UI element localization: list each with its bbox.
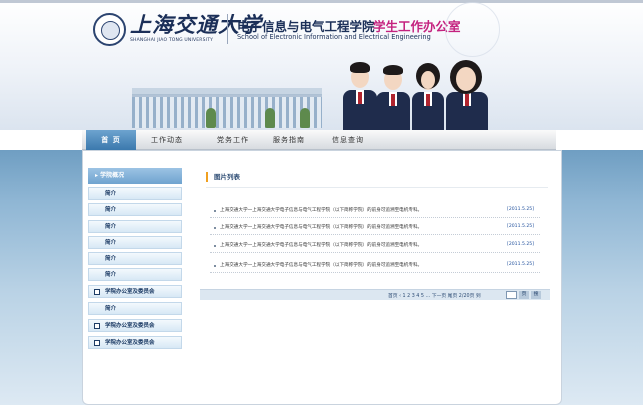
tree-icon	[300, 108, 310, 128]
pagination: 首页 ‹ 1 2 3 4 5 … 下一页 尾页 2/20页 到 页 搜	[200, 289, 550, 300]
sidebar-item-label: 学院办公室及委员会	[105, 323, 155, 329]
list-item-title[interactable]: 上海交通大学一上海交通大学电子信息与电气工程学院（以下简称学院）的前身可追溯至电…	[220, 224, 422, 230]
bullet-icon	[214, 245, 216, 247]
nav-party-work[interactable]: 党务工作	[208, 130, 258, 150]
sidebar-item-label: 简介	[105, 224, 117, 230]
school-name-en: School of Electronic Information and Ele…	[237, 33, 431, 41]
list-item-date: [2011.5.25]	[507, 242, 534, 247]
sidebar-item[interactable]: 简介	[88, 302, 182, 315]
top-border	[0, 0, 643, 3]
sidebar-item[interactable]: 学院办公室及委员会	[88, 336, 182, 349]
section-divider	[206, 187, 548, 188]
sidebar-item-label: 简介	[105, 256, 117, 262]
bullet-icon	[214, 265, 216, 267]
tree-icon	[206, 108, 216, 128]
university-name-en: SHANGHAI JIAO TONG UNIVERSITY	[130, 38, 214, 43]
sidebar-heading[interactable]: ▸ 学院概况	[88, 168, 182, 184]
bullet-icon	[214, 227, 216, 229]
list-item[interactable]: 上海交通大学一上海交通大学电子信息与电气工程学院（以下简称学院）的前身可追溯至电…	[210, 222, 540, 235]
page-go-button[interactable]: 页	[519, 291, 529, 299]
list-item-date: [2011.5.25]	[507, 262, 534, 267]
list-item-title[interactable]: 上海交通大学一上海交通大学电子信息与电气工程学院（以下简称学院）的前身可追溯至电…	[220, 262, 422, 268]
list-item[interactable]: 上海交通大学一上海交通大学电子信息与电气工程学院（以下简称学院）的前身可追溯至电…	[210, 205, 540, 218]
sidebar-item[interactable]: 简介	[88, 220, 182, 233]
document-icon	[94, 289, 100, 295]
sidebar-item[interactable]: 学院办公室及委员会	[88, 319, 182, 332]
watermark-seal-icon	[445, 2, 500, 57]
sidebar-item-label: 简介	[105, 207, 117, 213]
document-icon	[94, 340, 100, 346]
list-item[interactable]: 上海交通大学一上海交通大学电子信息与电气工程学院（以下简称学院）的前身可追溯至电…	[210, 240, 540, 253]
main-nav: 首 页 工作动态 党务工作 服务指南 信息查询	[82, 130, 556, 150]
list-item[interactable]: 上海交通大学一上海交通大学电子信息与电气工程学院（以下简称学院）的前身可追溯至电…	[210, 260, 540, 273]
sidebar-item[interactable]: 简介	[88, 187, 182, 200]
nav-home[interactable]: 首 页	[86, 130, 136, 150]
nav-info-query[interactable]: 信息查询	[323, 130, 373, 150]
list-item-date: [2011.5.25]	[507, 224, 534, 229]
sidebar-item[interactable]: 简介	[88, 252, 182, 265]
header-divider	[227, 14, 228, 44]
sidebar-item-label: 简介	[105, 272, 117, 278]
university-logo-icon	[93, 13, 126, 46]
sidebar-item[interactable]: 简介	[88, 268, 182, 281]
sidebar-item-label: 简介	[105, 240, 117, 246]
sidebar-item-label: 简介	[105, 306, 117, 312]
sidebar-item[interactable]: 简介	[88, 236, 182, 249]
pagination-links[interactable]: 首页 ‹ 1 2 3 4 5 … 下一页 尾页 2/20页 到	[388, 292, 481, 299]
page-search-button[interactable]: 搜	[531, 291, 541, 299]
section-title: 图片列表	[206, 172, 240, 182]
campus-building-image	[132, 94, 322, 128]
tree-icon	[265, 108, 275, 128]
bullet-icon	[214, 210, 216, 212]
document-icon	[94, 323, 100, 329]
nav-service-guide[interactable]: 服务指南	[264, 130, 314, 150]
sidebar-item[interactable]: 简介	[88, 203, 182, 216]
list-item-title[interactable]: 上海交通大学一上海交通大学电子信息与电气工程学院（以下简称学院）的前身可追溯至电…	[220, 242, 422, 248]
list-item-date: [2011.5.25]	[507, 207, 534, 212]
list-item-title[interactable]: 上海交通大学一上海交通大学电子信息与电气工程学院（以下简称学院）的前身可追溯至电…	[220, 207, 422, 213]
nav-work-news[interactable]: 工作动态	[142, 130, 192, 150]
sidebar-item-label: 学院办公室及委员会	[105, 340, 155, 346]
sidebar-item-label: 学院办公室及委员会	[105, 289, 155, 295]
page-number-input[interactable]	[506, 291, 517, 299]
sidebar-item[interactable]: 学院办公室及委员会	[88, 285, 182, 298]
sidebar-item-label: 简介	[105, 191, 117, 197]
